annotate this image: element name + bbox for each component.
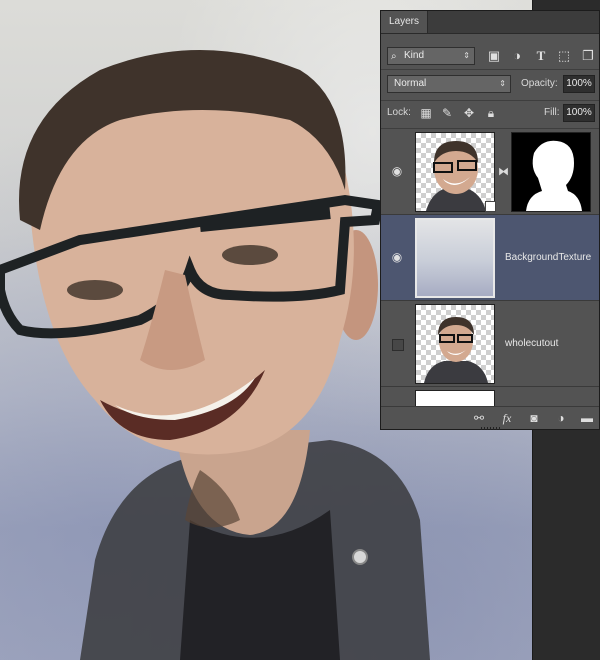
opacity-label: Opacity: — [521, 78, 558, 89]
layer-thumbnail[interactable] — [415, 132, 495, 212]
mask-link-icon[interactable]: ⧓ — [498, 165, 509, 178]
lock-all-icon[interactable]: 🔒︎ — [483, 105, 499, 121]
visibility-eye-icon[interactable]: ◉ — [391, 251, 403, 263]
filter-kind-select[interactable]: ⌕ Kind ⇕ — [387, 47, 475, 65]
fill-field[interactable]: 100% — [563, 104, 595, 122]
divider — [381, 100, 599, 101]
fill-label: Fill: — [544, 107, 560, 118]
mask-silhouette — [526, 140, 582, 211]
new-group-icon[interactable]: ▬ — [579, 410, 595, 426]
layer-row[interactable]: ◉ ⧓ — [381, 129, 599, 215]
visibility-toggle-off[interactable] — [392, 339, 404, 351]
fx-icon[interactable]: fx — [499, 410, 515, 426]
adjustment-filter-icon[interactable]: ◑ — [508, 47, 526, 65]
visibility-eye-icon[interactable]: ◉ — [391, 165, 403, 177]
blend-row: Normal ⇕ Opacity: 100% — [381, 75, 599, 95]
smart-object-filter-icon[interactable]: ❐ — [579, 47, 597, 65]
shape-filter-icon[interactable]: ⬚ — [555, 47, 573, 65]
layer-row[interactable]: wholecutout — [381, 301, 599, 387]
lock-transparent-icon[interactable]: ▦ — [418, 105, 434, 121]
dropdown-arrows-icon: ⇕ — [499, 79, 506, 88]
opacity-field[interactable]: 100% — [563, 75, 595, 93]
tab-layers[interactable]: Layers — [381, 11, 429, 33]
filter-kind-value: Kind — [404, 50, 425, 61]
type-filter-icon[interactable]: T — [532, 47, 550, 65]
lock-row: Lock: ▦ ✎ ✥ 🔒︎ Fill: 100% — [381, 104, 599, 124]
link-layers-icon[interactable]: ⚯ — [471, 410, 487, 426]
panel-bottom-bar: ⚯ fx ◙ ◑ ▬ — [381, 406, 599, 430]
image-filter-icon[interactable]: ▣ — [485, 47, 503, 65]
blend-mode-select[interactable]: Normal ⇕ — [387, 75, 511, 93]
layer-thumbnail[interactable] — [415, 390, 495, 407]
adjustment-layer-icon[interactable]: ◑ — [553, 410, 569, 426]
resize-grip[interactable] — [481, 427, 501, 430]
layer-name[interactable]: wholecutout — [505, 338, 558, 349]
layer-row[interactable] — [381, 387, 599, 407]
layers-panel: Layers ⌕ Kind ⇕ ▣ ◑ T ⬚ ❐ Normal ⇕ Opaci… — [380, 10, 600, 430]
lock-position-icon[interactable]: ✥ — [461, 105, 477, 121]
smart-object-badge-icon — [485, 201, 496, 212]
blend-mode-value: Normal — [394, 78, 427, 89]
filter-row: ⌕ Kind ⇕ ▣ ◑ T ⬚ ❐ — [385, 47, 595, 65]
divider — [381, 69, 599, 70]
dropdown-arrows-icon: ⇕ — [463, 51, 470, 60]
add-mask-icon[interactable]: ◙ — [526, 410, 542, 426]
portrait-thumbnail — [424, 317, 488, 383]
lock-paint-icon[interactable]: ✎ — [439, 105, 455, 121]
portrait-thumbnail — [426, 141, 486, 211]
layer-row[interactable]: ◉ BackgroundTexture — [381, 215, 599, 301]
panel-tabbar: Layers — [381, 11, 599, 34]
layer-thumbnail[interactable] — [415, 304, 495, 384]
search-icon: ⌕ — [391, 51, 397, 62]
layer-thumbnail[interactable] — [415, 218, 495, 298]
layer-name[interactable]: BackgroundTexture — [505, 252, 591, 263]
lock-label: Lock: — [387, 107, 411, 118]
layer-mask-thumbnail[interactable] — [511, 132, 591, 212]
